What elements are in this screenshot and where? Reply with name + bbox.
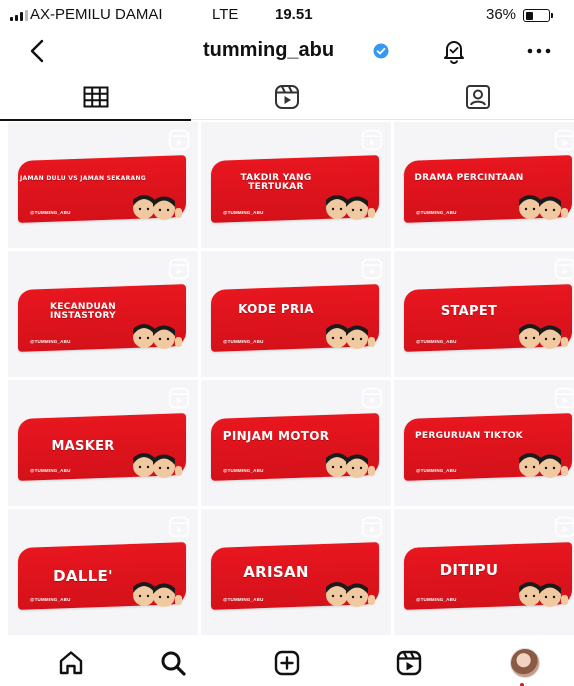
profile-tabs: [0, 74, 574, 121]
post-handle: @TUMMING_ABU: [416, 339, 457, 344]
reels-icon: [274, 85, 299, 109]
tab-tagged[interactable]: [382, 74, 573, 120]
reels-icon: [168, 129, 190, 151]
bell-icon: [444, 41, 464, 64]
nav-home-button[interactable]: [52, 644, 90, 682]
post-title: JAMAN DULU VS JAMAN SEKARANG: [19, 175, 146, 182]
post-title: KODE PRIA: [238, 302, 314, 316]
mascot-faces-image: [326, 324, 375, 349]
chevron-left-icon: [30, 39, 44, 63]
status-time: 19.51: [275, 6, 313, 23]
bottom-navigation: [0, 640, 574, 686]
post-handle: @TUMMING_ABU: [416, 597, 457, 602]
home-icon: [59, 651, 83, 675]
more-horizontal-icon: [527, 48, 551, 54]
nav-create-button[interactable]: [268, 644, 306, 682]
mascot-faces-image: [519, 195, 568, 220]
post-tile[interactable]: JAMAN DULU VS JAMAN SEKARANG @TUMMING_AB…: [8, 122, 198, 248]
post-handle: @TUMMING_ABU: [416, 210, 457, 215]
profile-header: tumming_abu: [0, 30, 574, 74]
post-tile[interactable]: MASKER @TUMMING_ABU: [8, 380, 198, 506]
nav-search-button[interactable]: [154, 644, 192, 682]
verified-badge-icon: [373, 43, 389, 59]
post-handle: @TUMMING_ABU: [30, 597, 71, 602]
tab-posts-grid[interactable]: [0, 74, 191, 121]
mascot-faces-image: [326, 195, 375, 220]
add-post-icon: [274, 650, 300, 676]
reels-icon: [168, 258, 190, 280]
post-tile[interactable]: KODE PRIA @TUMMING_ABU: [201, 251, 391, 377]
reels-icon: [361, 387, 383, 409]
reels-icon: [361, 258, 383, 280]
nav-reels-button[interactable]: [390, 644, 428, 682]
post-handle: @TUMMING_ABU: [30, 468, 71, 473]
mascot-faces-image: [519, 582, 568, 607]
nav-profile-button[interactable]: [506, 644, 544, 682]
reels-icon: [168, 387, 190, 409]
status-bar: AX-PEMILU DAMAI LTE 19.51 36%: [0, 0, 574, 30]
reels-icon: [361, 516, 383, 538]
notifications-button[interactable]: [438, 35, 470, 67]
reels-icon: [554, 129, 574, 151]
post-tile[interactable]: PERGURUAN TIKTOK @TUMMING_ABU: [394, 380, 574, 506]
post-title: DRAMA PERCINTAAN: [414, 173, 524, 183]
signal-strength-icon: [10, 9, 28, 21]
post-tile[interactable]: PINJAM MOTOR @TUMMING_ABU: [201, 380, 391, 506]
carrier-name: AX-PEMILU DAMAI: [30, 6, 163, 23]
reels-icon: [168, 516, 190, 538]
tagged-icon: [465, 85, 490, 109]
post-tile[interactable]: DALLE' @TUMMING_ABU: [8, 509, 198, 635]
profile-username: tumming_abu: [203, 39, 335, 61]
battery-percentage: 36%: [486, 6, 517, 23]
reels-icon: [361, 129, 383, 151]
grid-icon: [83, 86, 108, 108]
posts-grid: JAMAN DULU VS JAMAN SEKARANG @TUMMING_AB…: [8, 122, 574, 640]
network-type: LTE: [212, 6, 239, 23]
reels-icon: [554, 516, 574, 538]
back-button[interactable]: [22, 36, 52, 66]
post-handle: @TUMMING_ABU: [30, 339, 71, 344]
post-handle: @TUMMING_ABU: [30, 210, 71, 215]
reels-icon: [554, 387, 574, 409]
mascot-faces-image: [133, 582, 182, 607]
post-tile[interactable]: STAPET @TUMMING_ABU: [394, 251, 574, 377]
mascot-faces-image: [133, 453, 182, 478]
post-tile[interactable]: ARISAN @TUMMING_ABU: [201, 509, 391, 635]
post-tile[interactable]: KECANDUAN INSTASTORY @TUMMING_ABU: [8, 251, 198, 377]
mascot-faces-image: [326, 582, 375, 607]
reels-icon: [554, 258, 574, 280]
post-handle: @TUMMING_ABU: [223, 339, 264, 344]
post-title: PERGURUAN TIKTOK: [415, 431, 523, 441]
post-tile[interactable]: TAKDIR YANG TERTUKAR @TUMMING_ABU: [201, 122, 391, 248]
tab-reels[interactable]: [191, 74, 382, 120]
post-tile[interactable]: DITIPU @TUMMING_ABU: [394, 509, 574, 635]
battery-icon: [523, 9, 553, 22]
mascot-faces-image: [133, 324, 182, 349]
mascot-faces-image: [326, 453, 375, 478]
mascot-faces-image: [519, 453, 568, 478]
more-options-button[interactable]: [522, 35, 556, 67]
post-handle: @TUMMING_ABU: [223, 210, 264, 215]
post-title: PINJAM MOTOR: [222, 429, 330, 443]
post-handle: @TUMMING_ABU: [223, 468, 264, 473]
post-handle: @TUMMING_ABU: [223, 597, 264, 602]
mascot-faces-image: [133, 195, 182, 220]
post-tile[interactable]: DRAMA PERCINTAAN @TUMMING_ABU: [394, 122, 574, 248]
avatar: [510, 648, 540, 678]
search-icon: [161, 651, 186, 676]
mascot-faces-image: [519, 324, 568, 349]
reels-icon: [396, 650, 422, 676]
post-handle: @TUMMING_ABU: [416, 468, 457, 473]
